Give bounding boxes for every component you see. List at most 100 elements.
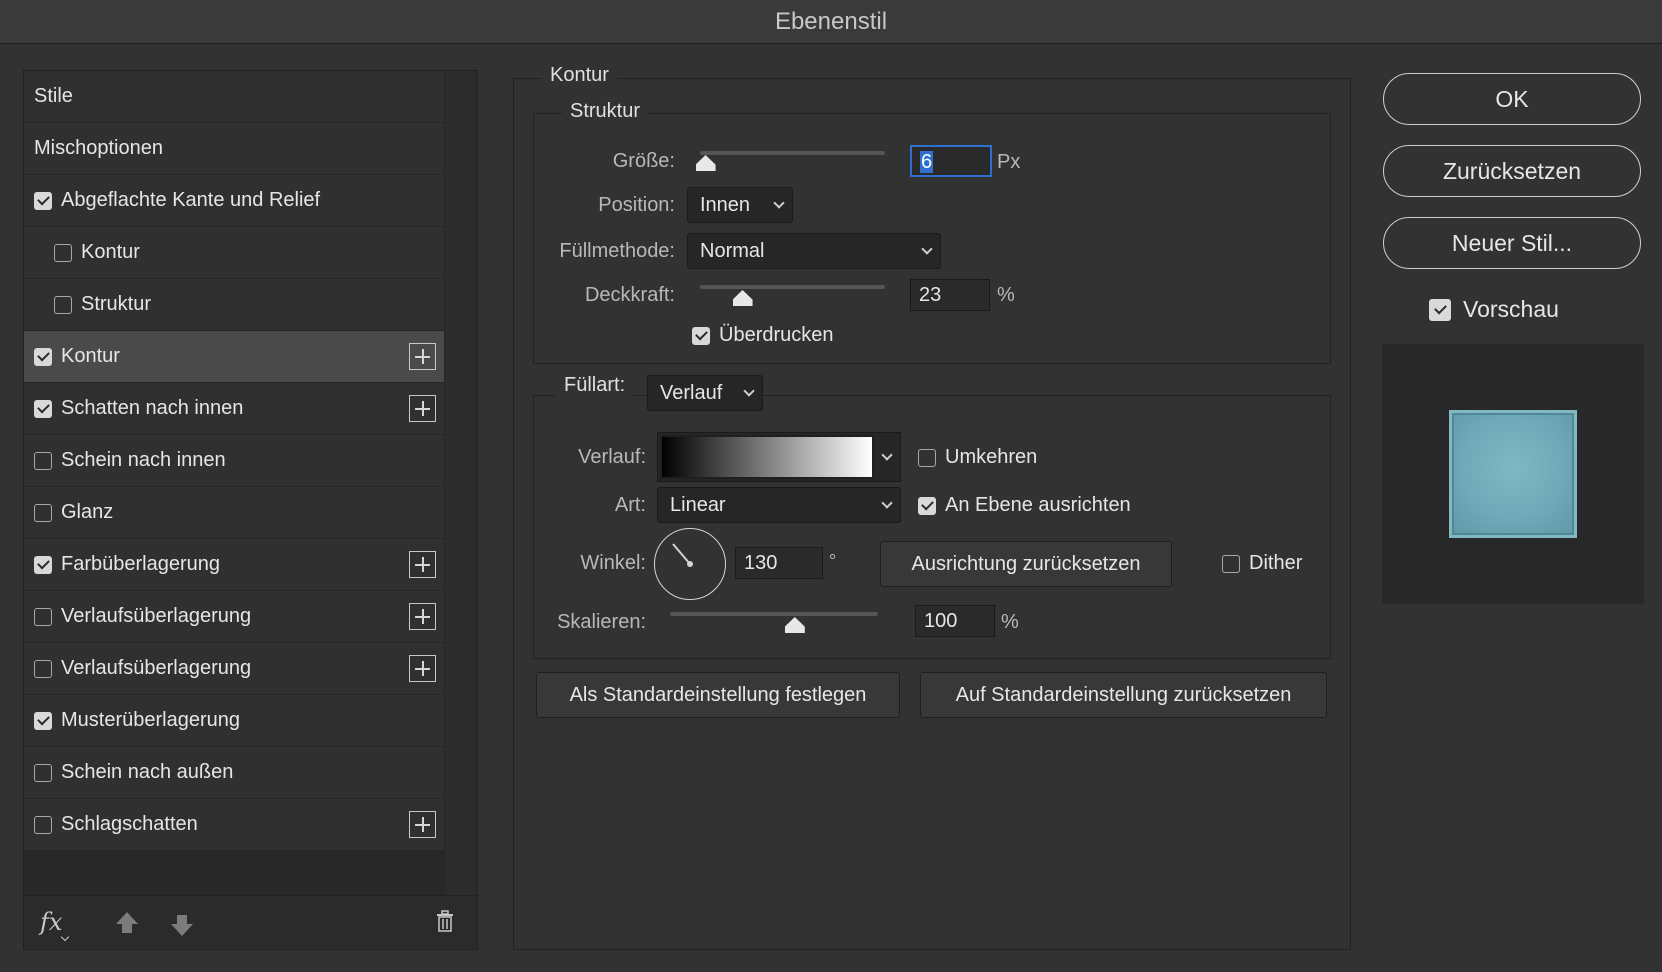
winkel-input[interactable]: 130 bbox=[735, 547, 823, 579]
sidebar-item-checkbox[interactable] bbox=[34, 399, 52, 418]
sidebar-item-schatten-nach-innen[interactable]: Schatten nach innen bbox=[24, 383, 444, 435]
verlauf-picker[interactable] bbox=[657, 432, 901, 482]
sidebar-item-checkbox[interactable] bbox=[54, 243, 72, 262]
skalieren-input[interactable]: 100 bbox=[915, 605, 995, 637]
reset-default-button[interactable]: Auf Standardeinstellung zurücksetzen bbox=[920, 672, 1327, 718]
chevron-down-icon bbox=[921, 243, 933, 255]
an-ebene-label: An Ebene ausrichten bbox=[945, 494, 1131, 516]
dither-checkbox[interactable] bbox=[1222, 554, 1240, 573]
sidebar-item-schein-nach-außen[interactable]: Schein nach außen bbox=[24, 747, 444, 799]
fx-icon[interactable]: fx bbox=[40, 908, 62, 936]
set-default-button[interactable]: Als Standardeinstellung festlegen bbox=[536, 672, 900, 718]
preview-swatch bbox=[1449, 410, 1577, 538]
dither-row[interactable]: Dither bbox=[1222, 552, 1302, 575]
sidebar-item-checkbox[interactable] bbox=[34, 555, 52, 574]
sidebar-item-checkbox[interactable] bbox=[34, 503, 52, 522]
sidebar-scrollbar[interactable] bbox=[445, 71, 477, 896]
add-effect-icon[interactable] bbox=[409, 603, 436, 630]
art-value: Linear bbox=[670, 494, 726, 516]
struktur-group-title: Struktur bbox=[562, 100, 649, 123]
sidebar-item-schein-nach-innen[interactable]: Schein nach innen bbox=[24, 435, 444, 487]
ueberdrucken-checkbox[interactable] bbox=[692, 326, 710, 345]
trash-icon[interactable] bbox=[436, 910, 454, 932]
sidebar-item-kontur[interactable]: Kontur bbox=[24, 331, 444, 383]
add-effect-icon[interactable] bbox=[409, 811, 436, 838]
sidebar-item-farbüberlagerung[interactable]: Farbüberlagerung bbox=[24, 539, 444, 591]
umkehren-row[interactable]: Umkehren bbox=[918, 446, 1037, 469]
sidebar-item-abgeflachte-kante-und-relief[interactable]: Abgeflachte Kante und Relief bbox=[24, 175, 444, 227]
reset-button[interactable]: Zurücksetzen bbox=[1383, 145, 1641, 197]
sidebar-item-struktur[interactable]: Struktur bbox=[24, 279, 444, 331]
move-down-icon[interactable] bbox=[171, 915, 193, 936]
groesse-input[interactable]: 6 bbox=[910, 145, 992, 177]
chevron-down-icon bbox=[773, 197, 785, 209]
winkel-unit: ° bbox=[829, 551, 837, 571]
position-value: Innen bbox=[700, 194, 751, 216]
umkehren-checkbox[interactable] bbox=[918, 448, 936, 467]
sidebar-item-verlaufsüberlagerung[interactable]: Verlaufsüberlagerung bbox=[24, 643, 444, 695]
umkehren-label: Umkehren bbox=[945, 446, 1038, 468]
fuellmethode-label: Füllmethode: bbox=[559, 240, 675, 262]
sidebar-item-stile[interactable]: Stile bbox=[24, 71, 444, 123]
preview-label: Vorschau bbox=[1463, 296, 1559, 322]
move-up-icon[interactable] bbox=[116, 912, 138, 933]
winkel-label: Winkel: bbox=[580, 552, 646, 574]
deckkraft-slider-track[interactable] bbox=[700, 285, 885, 289]
sidebar-item-label: Schlagschatten bbox=[61, 813, 198, 835]
sidebar-footer: fx bbox=[24, 895, 477, 949]
sidebar-item-checkbox[interactable] bbox=[54, 295, 72, 314]
sidebar-item-label: Abgeflachte Kante und Relief bbox=[61, 189, 321, 211]
sidebar-item-checkbox[interactable] bbox=[34, 191, 52, 210]
chevron-down-icon bbox=[881, 497, 893, 509]
sidebar-item-verlaufsüberlagerung[interactable]: Verlaufsüberlagerung bbox=[24, 591, 444, 643]
new-style-button[interactable]: Neuer Stil... bbox=[1383, 217, 1641, 269]
ueberdrucken-row[interactable]: Überdrucken bbox=[692, 324, 834, 347]
sidebar-item-checkbox[interactable] bbox=[34, 659, 52, 678]
sidebar-item-label: Schein nach außen bbox=[61, 761, 234, 783]
gradient-preview[interactable] bbox=[660, 435, 874, 479]
sidebar-item-kontur[interactable]: Kontur bbox=[24, 227, 444, 279]
sidebar-item-label: Verlaufsüberlagerung bbox=[61, 605, 252, 627]
skalieren-slider-track[interactable] bbox=[670, 612, 878, 616]
sidebar-item-label: Schein nach innen bbox=[61, 449, 226, 471]
angle-dial[interactable] bbox=[654, 528, 726, 600]
fuellmethode-value: Normal bbox=[700, 240, 765, 262]
groesse-slider-track[interactable] bbox=[700, 151, 885, 155]
fuellart-select[interactable]: Verlauf bbox=[647, 375, 763, 411]
add-effect-icon[interactable] bbox=[409, 551, 436, 578]
art-select[interactable]: Linear bbox=[657, 487, 901, 523]
add-effect-icon[interactable] bbox=[409, 655, 436, 682]
fuellart-header: Füllart: bbox=[556, 374, 634, 397]
preview-checkbox[interactable] bbox=[1429, 298, 1451, 321]
sidebar-item-checkbox[interactable] bbox=[34, 451, 52, 470]
sidebar-item-label: Glanz bbox=[61, 501, 114, 523]
sidebar-item-glanz[interactable]: Glanz bbox=[24, 487, 444, 539]
sidebar-item-label: Kontur bbox=[81, 241, 140, 263]
ausrichtung-zuruecksetzen-button[interactable]: Ausrichtung zurücksetzen bbox=[880, 541, 1172, 587]
sidebar-item-schlagschatten[interactable]: Schlagschatten bbox=[24, 799, 444, 851]
sidebar-item-checkbox[interactable] bbox=[34, 347, 52, 366]
sidebar-item-checkbox[interactable] bbox=[34, 815, 52, 834]
add-effect-icon[interactable] bbox=[409, 343, 436, 370]
an-ebene-row[interactable]: An Ebene ausrichten bbox=[918, 494, 1131, 517]
sidebar-item-label: Farbüberlagerung bbox=[61, 553, 220, 575]
an-ebene-checkbox[interactable] bbox=[918, 496, 936, 515]
add-effect-icon[interactable] bbox=[409, 395, 436, 422]
sidebar-item-checkbox[interactable] bbox=[34, 711, 52, 730]
groesse-value: 6 bbox=[920, 151, 934, 173]
window-title: Ebenenstil bbox=[0, 0, 1662, 44]
art-label: Art: bbox=[614, 494, 646, 516]
position-select[interactable]: Innen bbox=[687, 187, 793, 223]
sidebar-item-mischoptionen[interactable]: Mischoptionen bbox=[24, 123, 444, 175]
ok-button[interactable]: OK bbox=[1383, 73, 1641, 125]
sidebar-item-checkbox[interactable] bbox=[34, 763, 52, 782]
chevron-down-icon[interactable] bbox=[881, 449, 893, 461]
preview-row[interactable]: Vorschau bbox=[1429, 296, 1559, 323]
fuellmethode-select[interactable]: Normal bbox=[687, 233, 941, 269]
sidebar-item-label: Musterüberlagerung bbox=[61, 709, 240, 731]
deckkraft-input[interactable]: 23 bbox=[910, 279, 990, 311]
sidebar-item-musterüberlagerung[interactable]: Musterüberlagerung bbox=[24, 695, 444, 747]
sidebar-item-checkbox[interactable] bbox=[34, 607, 52, 626]
verlauf-label: Verlauf: bbox=[578, 446, 646, 468]
fuellart-value: Verlauf bbox=[660, 382, 723, 404]
